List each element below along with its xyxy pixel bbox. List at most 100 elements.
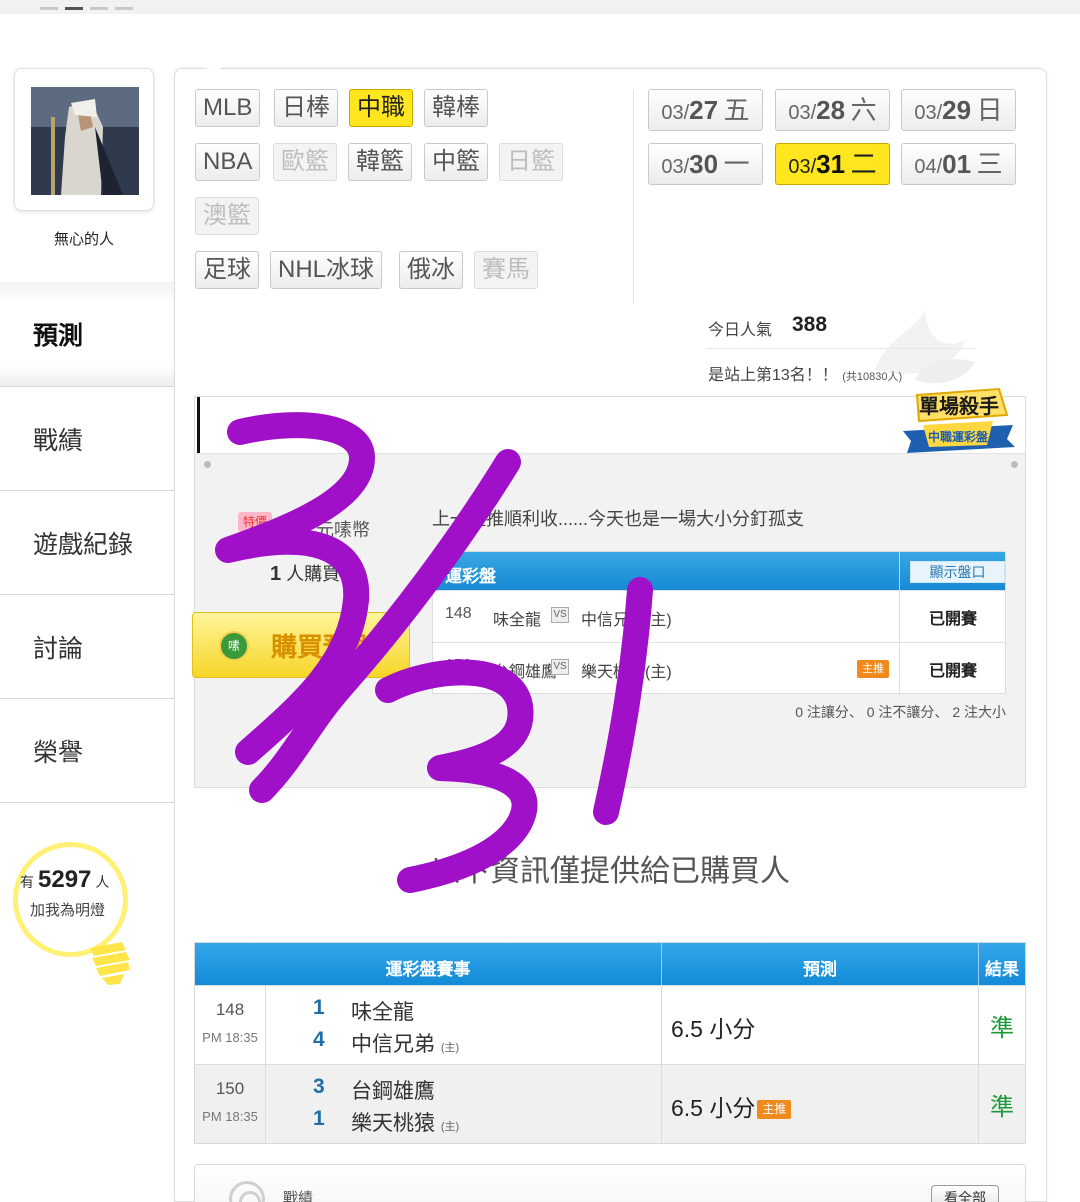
away-team: 台鋼雄鷹 bbox=[493, 664, 558, 681]
side-item-predict[interactable]: 預測 bbox=[0, 282, 174, 387]
pager-dot-active[interactable] bbox=[65, 7, 83, 10]
league-tab-nba[interactable]: NBA bbox=[195, 143, 261, 181]
odds-table: 運彩盤 顯示盤口 148 味全龍 VS 中信兄弟(主) 已開賽 150 台鋼雄鷹… bbox=[432, 551, 1006, 695]
league-tab-kbo[interactable]: 韓棒 bbox=[424, 89, 488, 127]
home-team: 樂天桃猿(主) bbox=[581, 664, 672, 681]
rank-total: (共10830人) bbox=[842, 371, 903, 383]
table-row: 148 PM 18:35 1 味全龍 4 中信兄弟 (主) 6.5 小分 準 bbox=[195, 985, 1025, 1065]
avatar[interactable] bbox=[31, 87, 139, 195]
home-tag: (主) bbox=[440, 1121, 460, 1133]
divider bbox=[661, 986, 662, 1065]
main-pick-badge: 主推 bbox=[757, 1100, 792, 1119]
buy-button-label: 購買預測 bbox=[271, 632, 376, 662]
divider bbox=[265, 986, 266, 1065]
side-item-record[interactable]: 戰績 bbox=[0, 387, 174, 491]
home-team: 中信兄弟 (主) bbox=[351, 1028, 459, 1058]
price-tag: 特價 bbox=[238, 512, 272, 532]
pager-dot[interactable] bbox=[90, 7, 108, 10]
popularity-label: 今日人氣 bbox=[708, 322, 773, 339]
odds-table-title: 運彩盤 bbox=[445, 567, 496, 586]
odds-table-header: 運彩盤 顯示盤口 bbox=[433, 552, 1005, 590]
game-status: 已開賽 bbox=[928, 663, 977, 680]
prediction-text: 6.5 小分 bbox=[671, 1095, 756, 1121]
league-tab-sbl[interactable]: 中籃 bbox=[424, 143, 488, 181]
prediction-table-header: 運彩盤賽事 預測 結果 bbox=[195, 943, 1025, 985]
divider bbox=[661, 1065, 662, 1144]
league-tab-nbl[interactable]: 澳籃 bbox=[195, 197, 259, 235]
divider bbox=[706, 348, 976, 349]
game-time: PM 18:35 bbox=[202, 1030, 258, 1045]
away-score: 3 bbox=[313, 1075, 325, 1098]
col-header-prediction: 預測 bbox=[803, 960, 837, 979]
divider bbox=[265, 1065, 266, 1144]
record-title: 戰績 bbox=[283, 1190, 314, 1202]
league-tab-cpbl[interactable]: 中職 bbox=[349, 89, 413, 127]
pager-dot[interactable] bbox=[115, 7, 133, 10]
buyers-only-notice: 以下資訊僅提供給已購買人 bbox=[430, 855, 790, 888]
divider bbox=[899, 552, 900, 590]
league-tab-soccer[interactable]: 足球 bbox=[195, 251, 259, 289]
pager-dot[interactable] bbox=[40, 7, 58, 10]
buy-prediction-button[interactable]: 嗉 購買預測 bbox=[192, 612, 410, 678]
fans-count-line: 有 5297 人 bbox=[20, 866, 109, 894]
record-box: 戰績 看全部 bbox=[194, 1164, 1026, 1202]
league-tab-kbl[interactable]: 韓籃 bbox=[348, 143, 412, 181]
table-row: 148 味全龍 VS 中信兄弟(主) 已開賽 bbox=[433, 590, 1005, 643]
corner-dot bbox=[1011, 461, 1018, 468]
badge-subtitle: 中職運彩盤 bbox=[928, 429, 989, 444]
game-number: 150 bbox=[445, 657, 472, 674]
price-text: 元嗉幣 bbox=[316, 520, 370, 540]
fans-lightbulb[interactable]: 有 5297 人 加我為明燈 bbox=[10, 842, 130, 985]
fans-prefix: 有 bbox=[20, 874, 34, 890]
avatar-card[interactable] bbox=[14, 68, 154, 211]
date-button-0328[interactable]: 03/28 六 bbox=[775, 89, 890, 131]
league-tab-horse-racing[interactable]: 賽馬 bbox=[474, 251, 538, 289]
username[interactable]: 無心的人 bbox=[14, 228, 154, 249]
league-tab-bleague[interactable]: 日籃 bbox=[499, 143, 563, 181]
prediction-table: 運彩盤賽事 預測 結果 148 PM 18:35 1 味全龍 4 中信兄弟 (主… bbox=[194, 942, 1026, 1144]
prediction-description: 上一注推順利收......今天也是一場大小分釘孤支 bbox=[432, 509, 805, 529]
date-button-0329[interactable]: 03/29 日 bbox=[901, 89, 1016, 131]
header-accent bbox=[197, 397, 200, 453]
popularity-rank: 是站上第13名！！ (共10830人) bbox=[708, 361, 902, 385]
panel-notch bbox=[205, 66, 223, 75]
game-number: 148 bbox=[445, 605, 472, 622]
league-tab-npb[interactable]: 日棒 bbox=[274, 89, 338, 127]
record-icon bbox=[229, 1181, 265, 1202]
buyer-count: 1 人購買 bbox=[270, 560, 340, 586]
league-tab-mlb[interactable]: MLB bbox=[195, 89, 261, 127]
league-tab-khl[interactable]: 俄冰 bbox=[399, 251, 463, 289]
show-odds-button[interactable]: 顯示盤口 bbox=[910, 561, 1005, 583]
away-team: 味全龍 bbox=[351, 1001, 414, 1024]
game-time: PM 18:35 bbox=[202, 1109, 258, 1124]
col-header-match: 運彩盤賽事 bbox=[385, 960, 471, 979]
col-header-result: 結果 bbox=[985, 960, 1019, 979]
result-value: 準 bbox=[990, 1015, 1014, 1042]
result-value: 準 bbox=[990, 1094, 1014, 1121]
vs-icon: VS bbox=[551, 607, 569, 623]
prediction-value: 6.5 小分 bbox=[671, 1016, 756, 1042]
table-row: 150 PM 18:35 3 台鋼雄鷹 1 樂天桃猿 (主) 6.5 小分 主推 … bbox=[195, 1064, 1025, 1144]
game-status: 已開賽 bbox=[928, 611, 977, 628]
buyers-number: 1 bbox=[270, 563, 282, 585]
fans-cta[interactable]: 加我為明燈 bbox=[30, 899, 105, 920]
game-number: 148 bbox=[215, 1000, 245, 1019]
side-item-honor[interactable]: 榮譽 bbox=[0, 699, 174, 803]
home-score: 4 bbox=[313, 1028, 325, 1051]
side-item-discussion[interactable]: 討論 bbox=[0, 595, 174, 699]
date-button-0331[interactable]: 03/31 二 bbox=[775, 143, 890, 185]
date-button-0330[interactable]: 03/30 一 bbox=[648, 143, 763, 185]
table-row: 150 台鋼雄鷹 VS 樂天桃猿(主) 主推 已開賽 bbox=[433, 642, 1005, 695]
side-menu: 預測 戰績 遊戲紀錄 討論 榮譽 bbox=[0, 282, 174, 803]
away-score: 1 bbox=[313, 996, 325, 1019]
league-tab-euro-basketball[interactable]: 歐籃 bbox=[273, 143, 337, 181]
fans-count: 5297 bbox=[38, 866, 92, 893]
side-item-game-log[interactable]: 遊戲紀錄 bbox=[0, 491, 174, 595]
league-tab-nhl[interactable]: NHL冰球 bbox=[270, 251, 383, 289]
main-pick-badge: 主推 bbox=[857, 660, 889, 678]
date-button-0327[interactable]: 03/27 五 bbox=[648, 89, 763, 131]
view-all-button[interactable]: 看全部 bbox=[931, 1185, 999, 1202]
home-team: 中信兄弟(主) bbox=[581, 612, 672, 629]
home-tag: (主) bbox=[440, 1042, 460, 1054]
date-button-0401[interactable]: 04/01 三 bbox=[901, 143, 1016, 185]
